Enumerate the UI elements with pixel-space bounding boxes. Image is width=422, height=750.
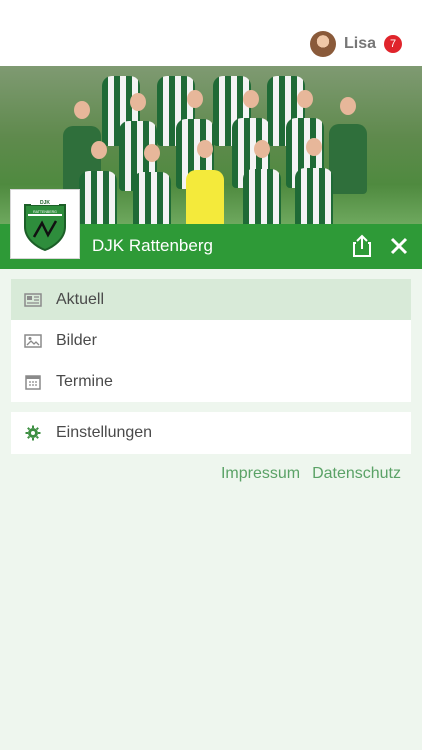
menu-item-bilder[interactable]: Bilder [11, 320, 411, 361]
club-name: DJK Rattenberg [92, 236, 213, 255]
impressum-link[interactable]: Impressum [221, 465, 300, 483]
menu-label-einstellungen: Einstellungen [56, 423, 153, 441]
top-bar: Lisa 7 [0, 0, 422, 66]
user-name[interactable]: Lisa [344, 35, 376, 53]
main-menu-card: Aktuell Bilder Termine [11, 279, 411, 402]
notification-badge[interactable]: 7 [384, 35, 402, 53]
close-icon[interactable] [390, 237, 408, 255]
menu-item-aktuell[interactable]: Aktuell [11, 279, 411, 320]
menu-label-termine: Termine [56, 372, 113, 390]
close-button[interactable] [383, 230, 415, 262]
newspaper-icon [24, 291, 42, 309]
menu-item-termine[interactable]: Termine [11, 361, 411, 402]
svg-text:RATTENBERG: RATTENBERG [33, 210, 57, 214]
settings-card: Einstellungen [11, 412, 411, 454]
menu-item-einstellungen[interactable]: Einstellungen [11, 412, 411, 453]
avatar[interactable] [309, 31, 336, 57]
club-logo: DJK RATTENBERG [10, 189, 80, 259]
club-crest-icon: DJK RATTENBERG [24, 199, 66, 251]
datenschutz-link[interactable]: Datenschutz [312, 465, 401, 483]
gear-icon [24, 424, 42, 442]
menu-label-bilder: Bilder [56, 331, 97, 349]
user-menu[interactable]: Lisa 7 [309, 30, 402, 58]
menu-label-aktuell: Aktuell [56, 290, 105, 308]
footer-links: Impressum Datenschutz [221, 465, 401, 483]
share-icon[interactable] [351, 234, 373, 258]
svg-text:DJK: DJK [40, 200, 50, 206]
share-button[interactable] [346, 230, 378, 262]
calendar-icon [24, 373, 42, 391]
image-icon [24, 332, 42, 350]
